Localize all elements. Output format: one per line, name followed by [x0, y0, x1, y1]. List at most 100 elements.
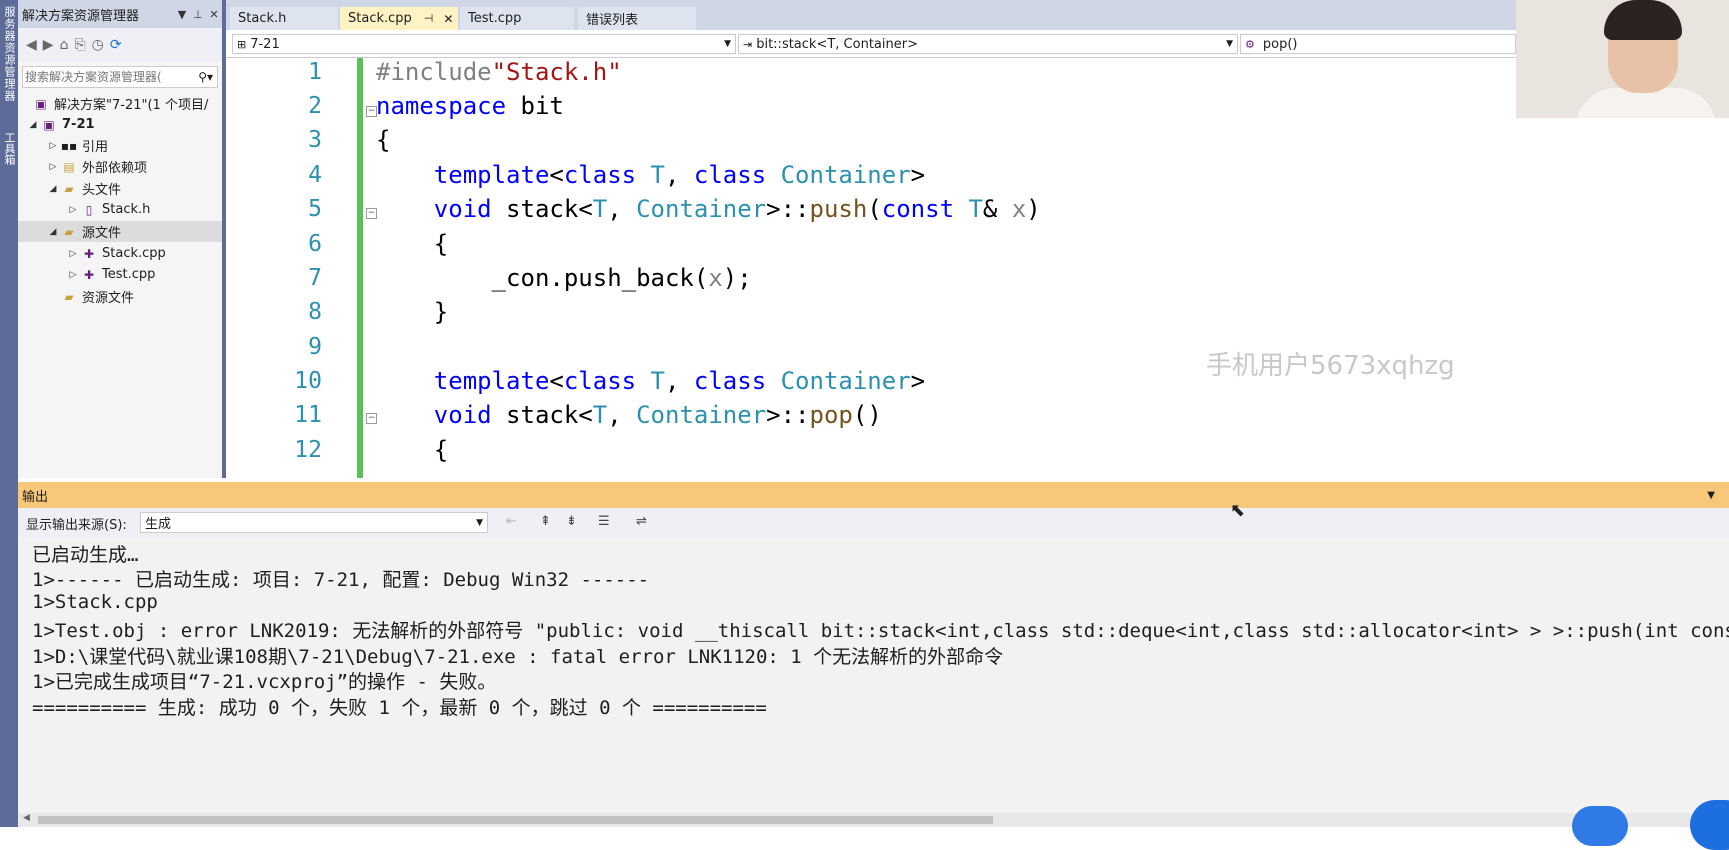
previous-message-icon[interactable]: ⇞: [540, 514, 551, 529]
code-line-4: template<class T, class Container>: [433, 161, 926, 189]
scrollbar-thumb[interactable]: [38, 816, 993, 824]
tree-item-label: Test.cpp: [102, 267, 156, 282]
tree-item-source-files[interactable]: ◢ ▰ 源文件: [18, 221, 222, 242]
change-tracking-bar: [357, 58, 363, 478]
output-source-dropdown[interactable]: 生成 ▼: [140, 512, 488, 533]
floating-blue-button[interactable]: [1690, 800, 1729, 850]
folder-icon: ▰: [64, 224, 74, 239]
document-tab-bar: Stack.h Stack.cpp ⊣ ✕ Test.cpp 错误列表: [226, 0, 1516, 30]
scope-dropdown[interactable]: ⇥ bit::stack<T, Container> ▼: [738, 34, 1238, 54]
solution-search-box[interactable]: ⚲▾: [22, 66, 218, 88]
external-deps-icon: ▤: [63, 159, 75, 174]
watermark: 手机用户5673xqhzg: [1206, 351, 1455, 381]
left-tool-strip: 服务器资源管理器 工具箱: [0, 0, 18, 827]
project-icon: ▣: [43, 117, 55, 132]
tree-item-stack-h[interactable]: ▷ ▯ Stack.h: [66, 199, 151, 220]
scope-icon: ⇥: [743, 37, 753, 51]
dropdown-icon[interactable]: ▼: [1707, 490, 1729, 501]
collapsed-arrow-icon[interactable]: ▷: [66, 249, 80, 259]
tree-item-label: 资源文件: [82, 291, 135, 306]
tree-item-header-files[interactable]: ◢ ▰ 头文件: [46, 178, 121, 199]
output-line: 1>Stack.cpp: [32, 591, 158, 613]
search-icon[interactable]: ⚲▾: [198, 70, 217, 84]
home-icon[interactable]: ⌂: [60, 37, 69, 53]
line-number: 6: [308, 231, 322, 257]
line-number: 11: [294, 402, 322, 428]
header-file-icon: ▯: [85, 202, 93, 217]
code-line-7: _con.push_back(x);: [376, 264, 752, 292]
output-line: 已启动生成…: [32, 544, 139, 566]
code-editor[interactable]: 1 2 3 4 5 6 7 8 9 10 11 12 − − − #includ…: [226, 58, 1729, 478]
tree-item-stack-cpp[interactable]: ▷ ✚ Stack.cpp: [66, 243, 166, 264]
tree-item-project[interactable]: ◢ ▣ 7-21: [26, 114, 95, 135]
collapsed-arrow-icon[interactable]: ▷: [66, 205, 80, 215]
expanded-arrow-icon[interactable]: ◢: [46, 227, 60, 237]
output-source-label: 显示输出来源(S):: [26, 518, 127, 533]
webcam-overlay: [1516, 0, 1729, 118]
floating-hand-button[interactable]: [1572, 806, 1628, 846]
output-line: 1>------ 已启动生成: 项目: 7-21, 配置: Debug Win3…: [32, 569, 650, 591]
horizontal-scrollbar[interactable]: ◀: [18, 813, 1729, 827]
tab-test-cpp[interactable]: Test.cpp: [460, 7, 574, 30]
close-icon[interactable]: ✕: [443, 12, 453, 26]
tree-item-external-deps[interactable]: ▷ ▤ 外部依赖项: [46, 156, 147, 177]
pin-icon[interactable]: ⊥: [190, 8, 206, 21]
navigation-bar: ⊞ 7-21 ▼ ⇥ bit::stack<T, Container> ▼ ⚙ …: [226, 31, 1516, 58]
output-line: ========== 生成: 成功 0 个，失败 1 个，最新 0 个，跳过 0…: [32, 697, 767, 719]
close-icon[interactable]: ✕: [206, 8, 222, 21]
output-toolbar: 显示输出来源(S): 生成 ▼ ⇤ ⇞ ⇟ ☰ ⇌: [18, 508, 1729, 538]
expanded-arrow-icon[interactable]: ◢: [26, 120, 40, 130]
tab-stack-cpp[interactable]: Stack.cpp ⊣ ✕: [340, 7, 458, 30]
chevron-down-icon: ▼: [1226, 39, 1233, 49]
project-dropdown[interactable]: ⊞ 7-21 ▼: [232, 34, 736, 54]
mouse-cursor-icon: ⬉: [1230, 500, 1246, 521]
tree-item-references[interactable]: ▷ ▪▪ 引用: [46, 135, 108, 156]
tab-stack-h[interactable]: Stack.h: [230, 7, 338, 30]
tab-label: Stack.h: [238, 11, 287, 26]
tree-item-solution[interactable]: ▣ 解决方案"7-21"(1 个项目/: [32, 93, 208, 114]
member-dropdown[interactable]: ⚙ pop(): [1240, 34, 1516, 54]
line-number: 8: [308, 299, 322, 325]
word-wrap-icon[interactable]: ⇌: [636, 514, 647, 529]
collapsed-arrow-icon[interactable]: ▷: [46, 141, 60, 151]
solution-search-input[interactable]: [23, 69, 199, 85]
tree-item-test-cpp[interactable]: ▷ ✚ Test.cpp: [66, 264, 156, 285]
line-number: 7: [308, 265, 322, 291]
line-number: 3: [308, 127, 322, 153]
toolbox-tab[interactable]: 工具箱: [1, 132, 17, 165]
code-line-2: namespace bit: [376, 92, 564, 120]
output-line: 1>已完成生成项目“7-21.vcxproj”的操作 - 失败。: [32, 671, 497, 693]
project-icon: ⊞: [237, 37, 247, 51]
code-line-6: {: [376, 230, 449, 258]
find-message-icon[interactable]: ⇤: [506, 514, 517, 529]
code-line-8: }: [376, 298, 449, 326]
collapsed-arrow-icon[interactable]: ▷: [46, 162, 60, 172]
scroll-left-icon[interactable]: ◀: [23, 813, 30, 823]
method-icon: ⚙: [1245, 37, 1255, 51]
references-icon: ▪▪: [60, 138, 78, 153]
forward-icon[interactable]: ▶: [43, 37, 54, 53]
output-source-value: 生成: [145, 517, 172, 532]
next-message-icon[interactable]: ⇟: [566, 514, 577, 529]
output-panel-title: 输出: [22, 489, 49, 505]
line-number: 4: [308, 162, 322, 188]
history-icon[interactable]: ◷: [92, 37, 104, 53]
expanded-arrow-icon[interactable]: ◢: [46, 184, 60, 194]
chevron-down-icon: ▼: [724, 39, 731, 49]
server-explorer-tab[interactable]: 服务器资源管理器: [1, 6, 17, 102]
tree-item-resource-files[interactable]: ▰ 资源文件: [60, 286, 134, 307]
back-icon[interactable]: ◀: [26, 37, 37, 53]
output-panel-titlebar: 输出 ▼: [18, 482, 1729, 508]
output-text-area[interactable]: 已启动生成… 1>------ 已启动生成: 项目: 7-21, 配置: Deb…: [18, 538, 1729, 813]
line-number: 9: [308, 334, 322, 360]
tab-error-list[interactable]: 错误列表: [578, 7, 696, 30]
tree-item-label: Stack.h: [102, 202, 151, 217]
collapsed-arrow-icon[interactable]: ▷: [66, 270, 80, 280]
switch-views-icon[interactable]: ⎘: [74, 37, 85, 53]
pin-icon[interactable]: ⊣: [424, 12, 434, 25]
dropdown-icon[interactable]: ▼: [174, 8, 190, 21]
clear-all-icon[interactable]: ☰: [598, 514, 610, 529]
tree-item-label: 外部依赖项: [82, 161, 148, 176]
refresh-icon[interactable]: ⟳: [110, 37, 122, 53]
